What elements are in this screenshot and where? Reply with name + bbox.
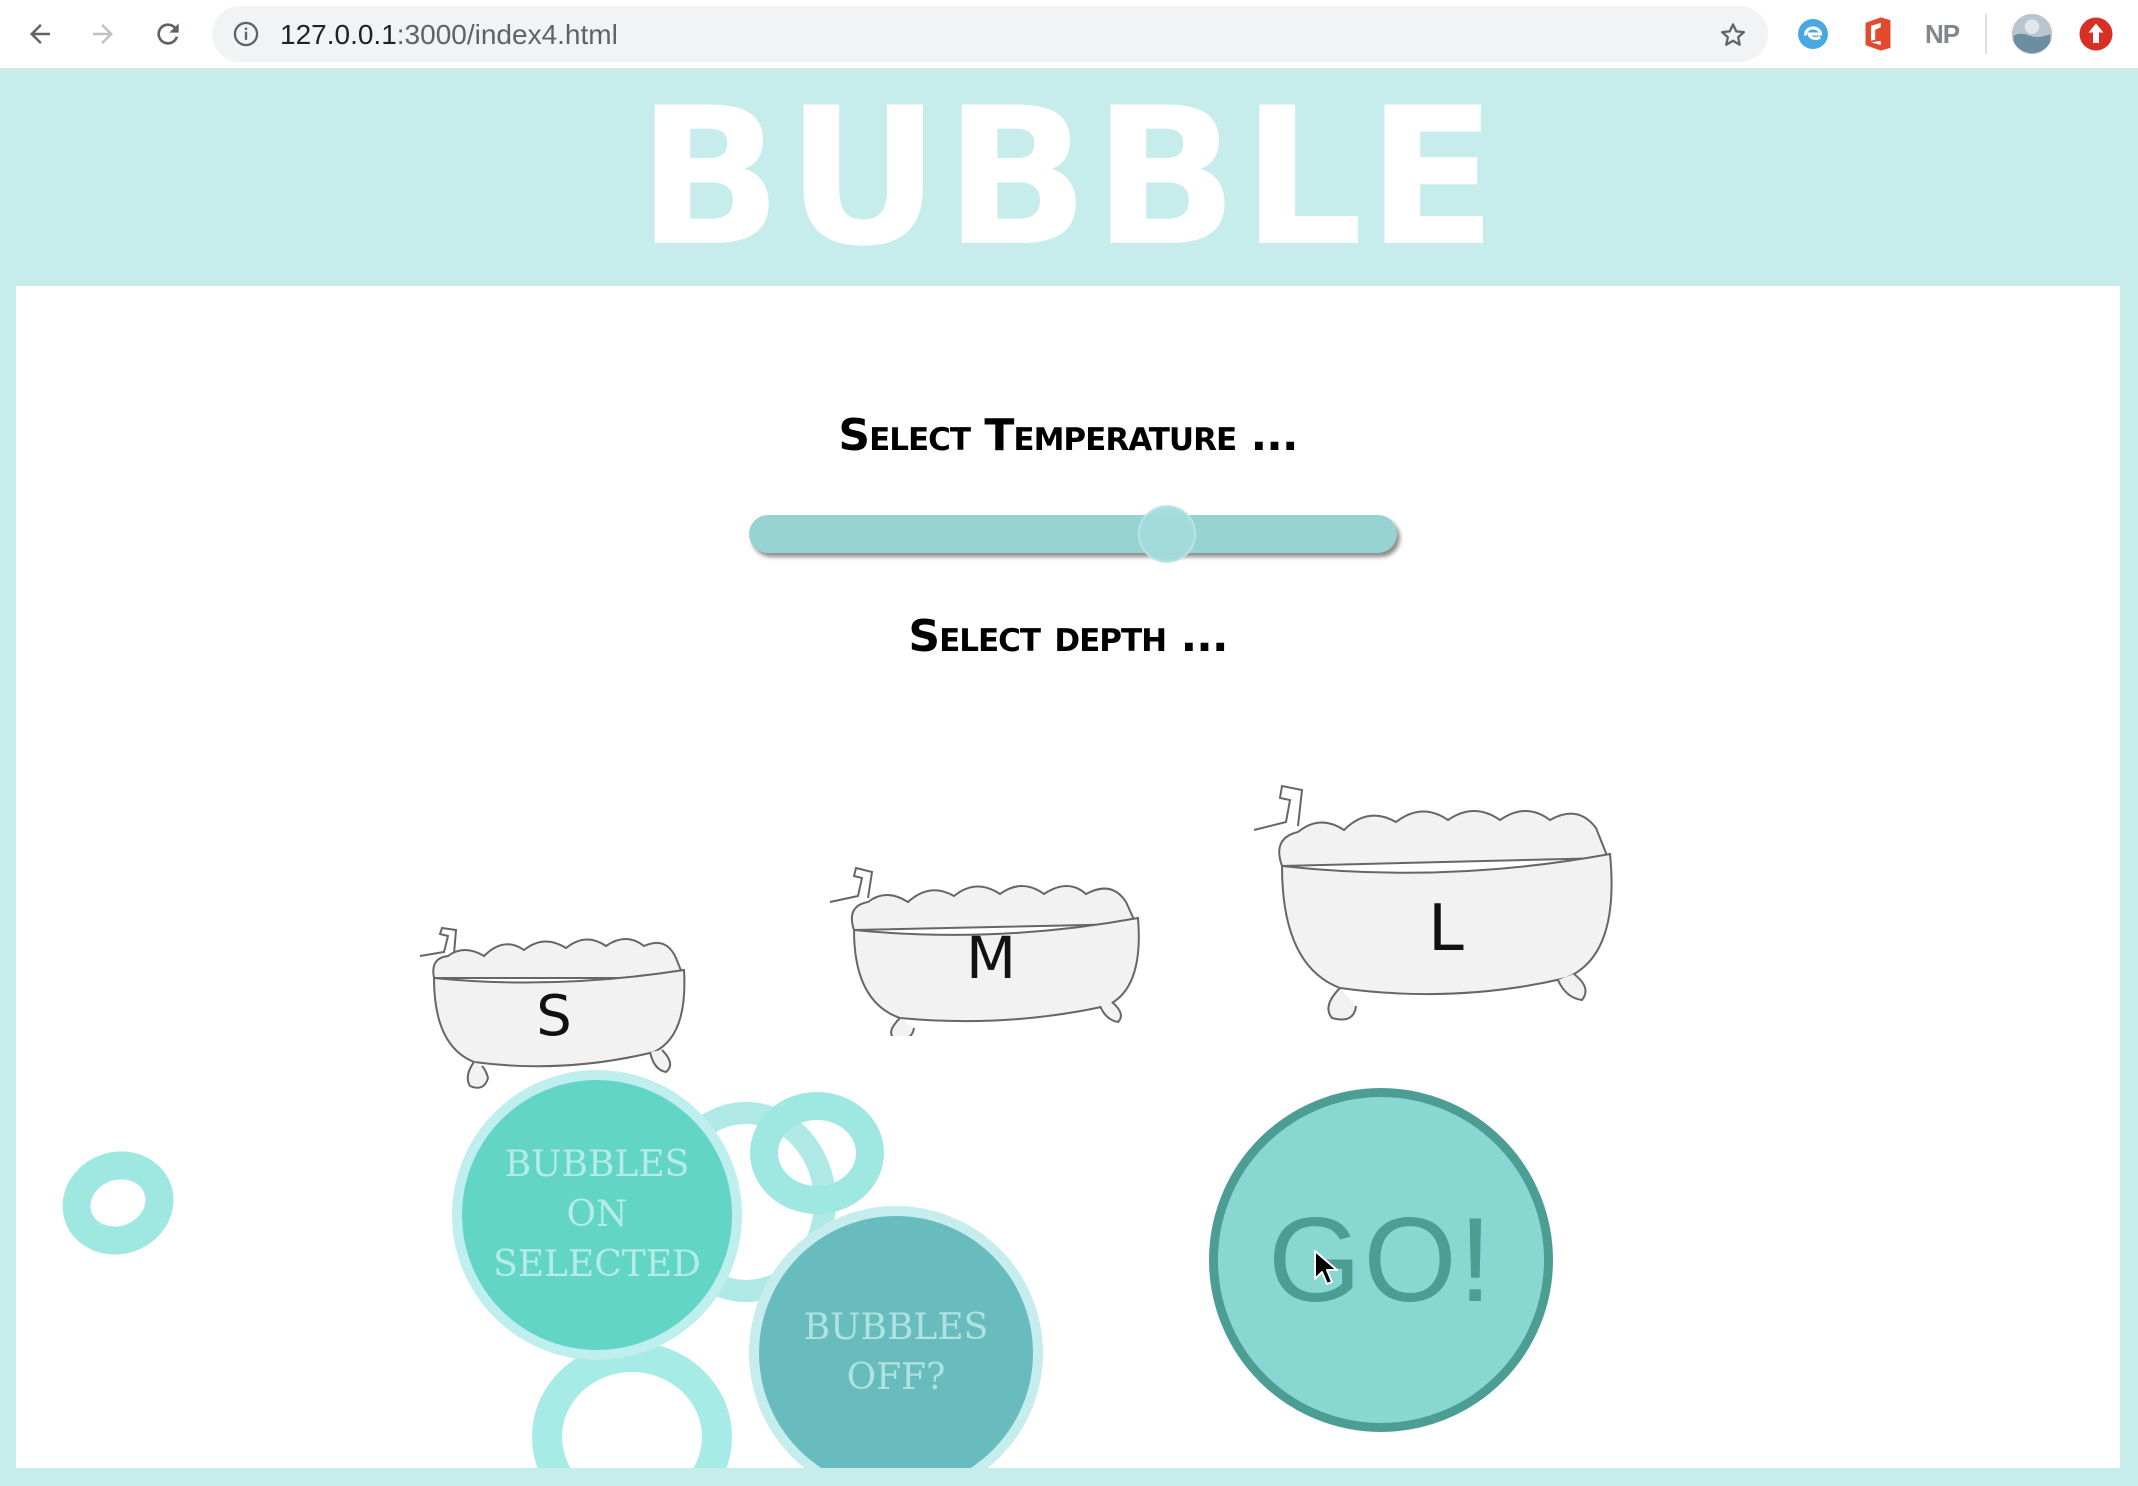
bubbles-on-label: BUBBLES ON SELECTED bbox=[493, 1144, 701, 1285]
bathtub-large-icon bbox=[1253, 784, 1613, 1021]
page-footer-bar bbox=[0, 1468, 2138, 1486]
bathtub-medium-icon bbox=[829, 866, 1140, 1040]
bubbles-off-label: BUBBLES OFF? bbox=[803, 1307, 989, 1398]
forward-button[interactable] bbox=[79, 10, 127, 58]
forward-arrow-icon bbox=[93, 24, 113, 44]
bubble-decoration bbox=[532, 1342, 732, 1468]
office-glyph bbox=[1865, 17, 1891, 51]
adblock-glyph bbox=[2079, 17, 2113, 51]
edge-extension-glyph bbox=[1798, 19, 1828, 49]
back-arrow-icon bbox=[30, 24, 50, 44]
info-icon[interactable] bbox=[232, 20, 260, 48]
toolbar-divider bbox=[1985, 14, 1987, 54]
bathtub-small-icon bbox=[419, 926, 686, 1089]
url-path: :3000/index4.html bbox=[396, 19, 618, 50]
tub-large-label: L bbox=[1428, 892, 1464, 966]
bubble-decoration bbox=[750, 1092, 884, 1214]
depth-option-medium[interactable]: M bbox=[816, 806, 1166, 1040]
tub-medium-label: M bbox=[965, 924, 1017, 992]
slider-track[interactable] bbox=[749, 515, 1397, 553]
main-panel: Select Temperature ... Select depth ... … bbox=[16, 286, 2120, 1468]
url-host: 127.0.0.1 bbox=[280, 19, 397, 50]
bubble-decoration bbox=[47, 1135, 189, 1271]
depth-option-large[interactable]: L bbox=[1236, 726, 1656, 1026]
avatar-glyph bbox=[2011, 13, 2053, 55]
np-extension-button[interactable]: NP bbox=[1920, 12, 1964, 56]
reload-icon bbox=[157, 23, 179, 45]
depth-option-small[interactable]: S bbox=[404, 866, 704, 1096]
office-icon[interactable] bbox=[1856, 12, 1900, 56]
np-extension-label: NP bbox=[1924, 18, 1960, 49]
back-button[interactable] bbox=[16, 10, 64, 58]
browser-toolbar: 127.0.0.1:3000/index4.html NP bbox=[0, 0, 2138, 69]
go-label: GO! bbox=[1267, 1193, 1495, 1327]
page-header: BUBBLE bbox=[0, 69, 2138, 286]
url-text: 127.0.0.1:3000/index4.html bbox=[280, 19, 618, 51]
profile-avatar-icon[interactable] bbox=[2010, 12, 2054, 56]
adblock-icon[interactable] bbox=[2074, 12, 2118, 56]
temperature-slider[interactable] bbox=[749, 505, 1397, 563]
bookmark-star-icon[interactable] bbox=[1718, 20, 1748, 50]
tub-small-label: S bbox=[536, 984, 572, 1049]
bubble-logo: BUBBLE bbox=[637, 67, 1501, 288]
depth-label: Select depth ... bbox=[908, 611, 1228, 662]
edge-extension-icon[interactable] bbox=[1791, 12, 1835, 56]
address-bar[interactable]: 127.0.0.1:3000/index4.html bbox=[212, 6, 1768, 62]
bubbles-on-button[interactable]: BUBBLES ON SELECTED bbox=[452, 1070, 742, 1360]
reload-button[interactable] bbox=[144, 10, 192, 58]
go-button[interactable]: GO! bbox=[1209, 1088, 1553, 1432]
mouse-cursor-icon bbox=[1314, 1250, 1338, 1285]
slider-thumb[interactable] bbox=[1138, 505, 1196, 563]
temperature-label: Select Temperature ... bbox=[838, 410, 1298, 461]
